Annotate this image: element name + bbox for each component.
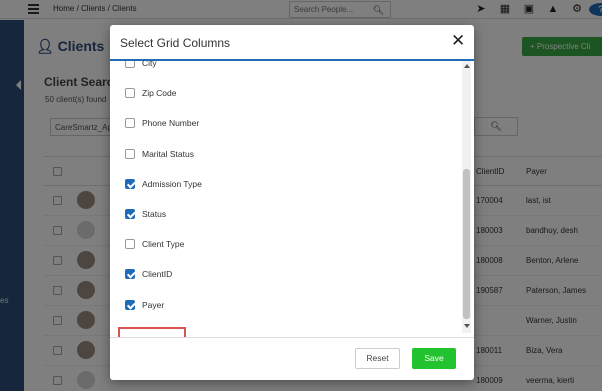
scroll-thumb[interactable] [463,169,470,319]
checked-checkbox-icon[interactable] [125,299,135,310]
column-options-list: City Zip Code Phone Number Marital Status Ad… [110,61,474,338]
option-label: Payer [142,299,165,310]
scroll-up-arrow-icon[interactable] [464,64,470,68]
checked-checkbox-icon[interactable] [125,209,135,219]
option-label: Zip Code [142,88,177,99]
checked-checkbox-icon[interactable] [125,178,135,189]
checked-checkbox-icon[interactable] [125,269,135,280]
column-option[interactable]: Payer [125,297,164,313]
unchecked-checkbox-icon[interactable] [125,239,135,250]
option-label: City [142,61,157,68]
close-icon[interactable]: ✕ [451,32,465,49]
unchecked-checkbox-icon[interactable] [125,88,135,99]
unchecked-checkbox-icon[interactable] [125,118,135,129]
column-option[interactable]: Zip Code [125,85,177,101]
reset-button[interactable]: Reset [355,348,400,369]
column-option[interactable]: Marital Status [125,146,194,162]
dialog-title: Select Grid Columns [120,36,231,50]
option-label: Client Type [142,239,185,250]
unchecked-checkbox-icon[interactable] [125,148,135,159]
option-label: Status [142,209,167,219]
option-label: Admission Type [142,178,202,189]
payer-highlight-box [118,327,186,337]
scrollbar[interactable] [462,61,471,333]
scroll-down-arrow-icon[interactable] [464,324,470,328]
save-button[interactable]: Save [412,348,456,369]
column-option[interactable]: Admission Type [125,176,202,192]
option-label: Phone Number [142,118,200,129]
option-label: Marital Status [142,148,194,159]
option-label: ClientID [142,269,173,280]
dialog-header: Select Grid Columns ✕ [110,25,474,61]
unchecked-checkbox-icon[interactable] [125,61,135,68]
column-option[interactable]: Status [125,206,166,222]
column-option[interactable]: Phone Number [125,115,199,131]
column-option[interactable]: Client Type [125,236,184,252]
select-grid-columns-dialog: Select Grid Columns ✕ City Zip Code Phone … [110,25,474,380]
column-option[interactable]: ClientID [125,266,172,282]
column-option[interactable]: City [125,61,157,71]
